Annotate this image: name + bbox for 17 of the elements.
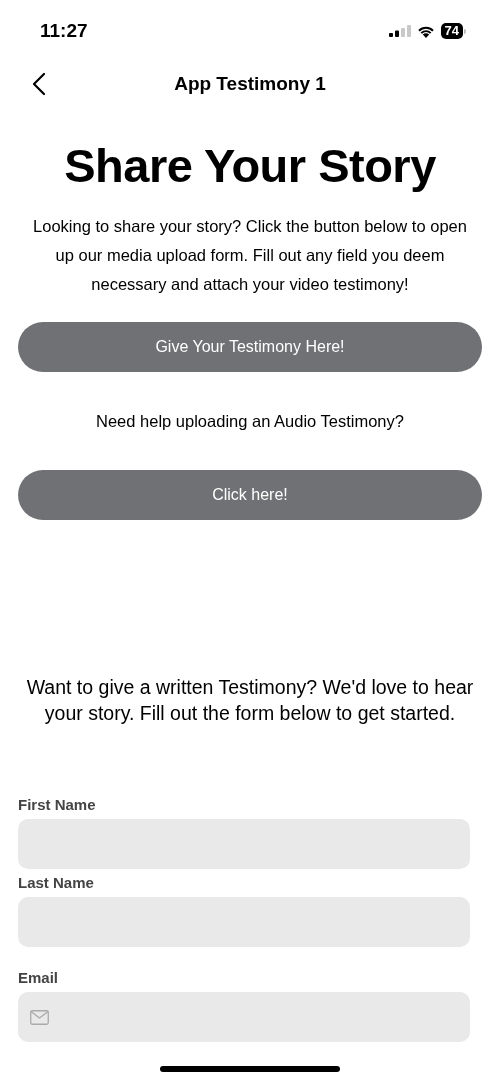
battery-indicator: 74 xyxy=(440,23,466,39)
audio-help-text: Need help uploading an Audio Testimony? xyxy=(95,411,405,432)
screen-title: App Testimony 1 xyxy=(174,73,326,95)
click-here-button[interactable]: Click here! xyxy=(18,470,482,520)
testimony-button[interactable]: Give Your Testimony Here! xyxy=(18,322,482,372)
status-time: 11:27 xyxy=(40,20,88,42)
field-label: First Name xyxy=(18,796,97,814)
written-testimony-text: Want to give a written Testimony? We'd love to hear your story. Fill out the form below to get started. xyxy=(26,675,474,726)
mail-icon xyxy=(30,1009,49,1025)
field-label: Email xyxy=(18,969,60,987)
email-field[interactable] xyxy=(18,992,470,1042)
back-icon[interactable] xyxy=(32,72,46,96)
field-label: Last Name xyxy=(18,874,95,892)
wifi-icon xyxy=(416,24,435,38)
page-heading: Share Your Story xyxy=(63,138,437,194)
intro-text: Looking to share your story? Click the button below to open up our media upload form. Fill out any field you deem necessary and attach your video testimony! xyxy=(32,216,468,295)
signal-icon xyxy=(388,25,411,37)
